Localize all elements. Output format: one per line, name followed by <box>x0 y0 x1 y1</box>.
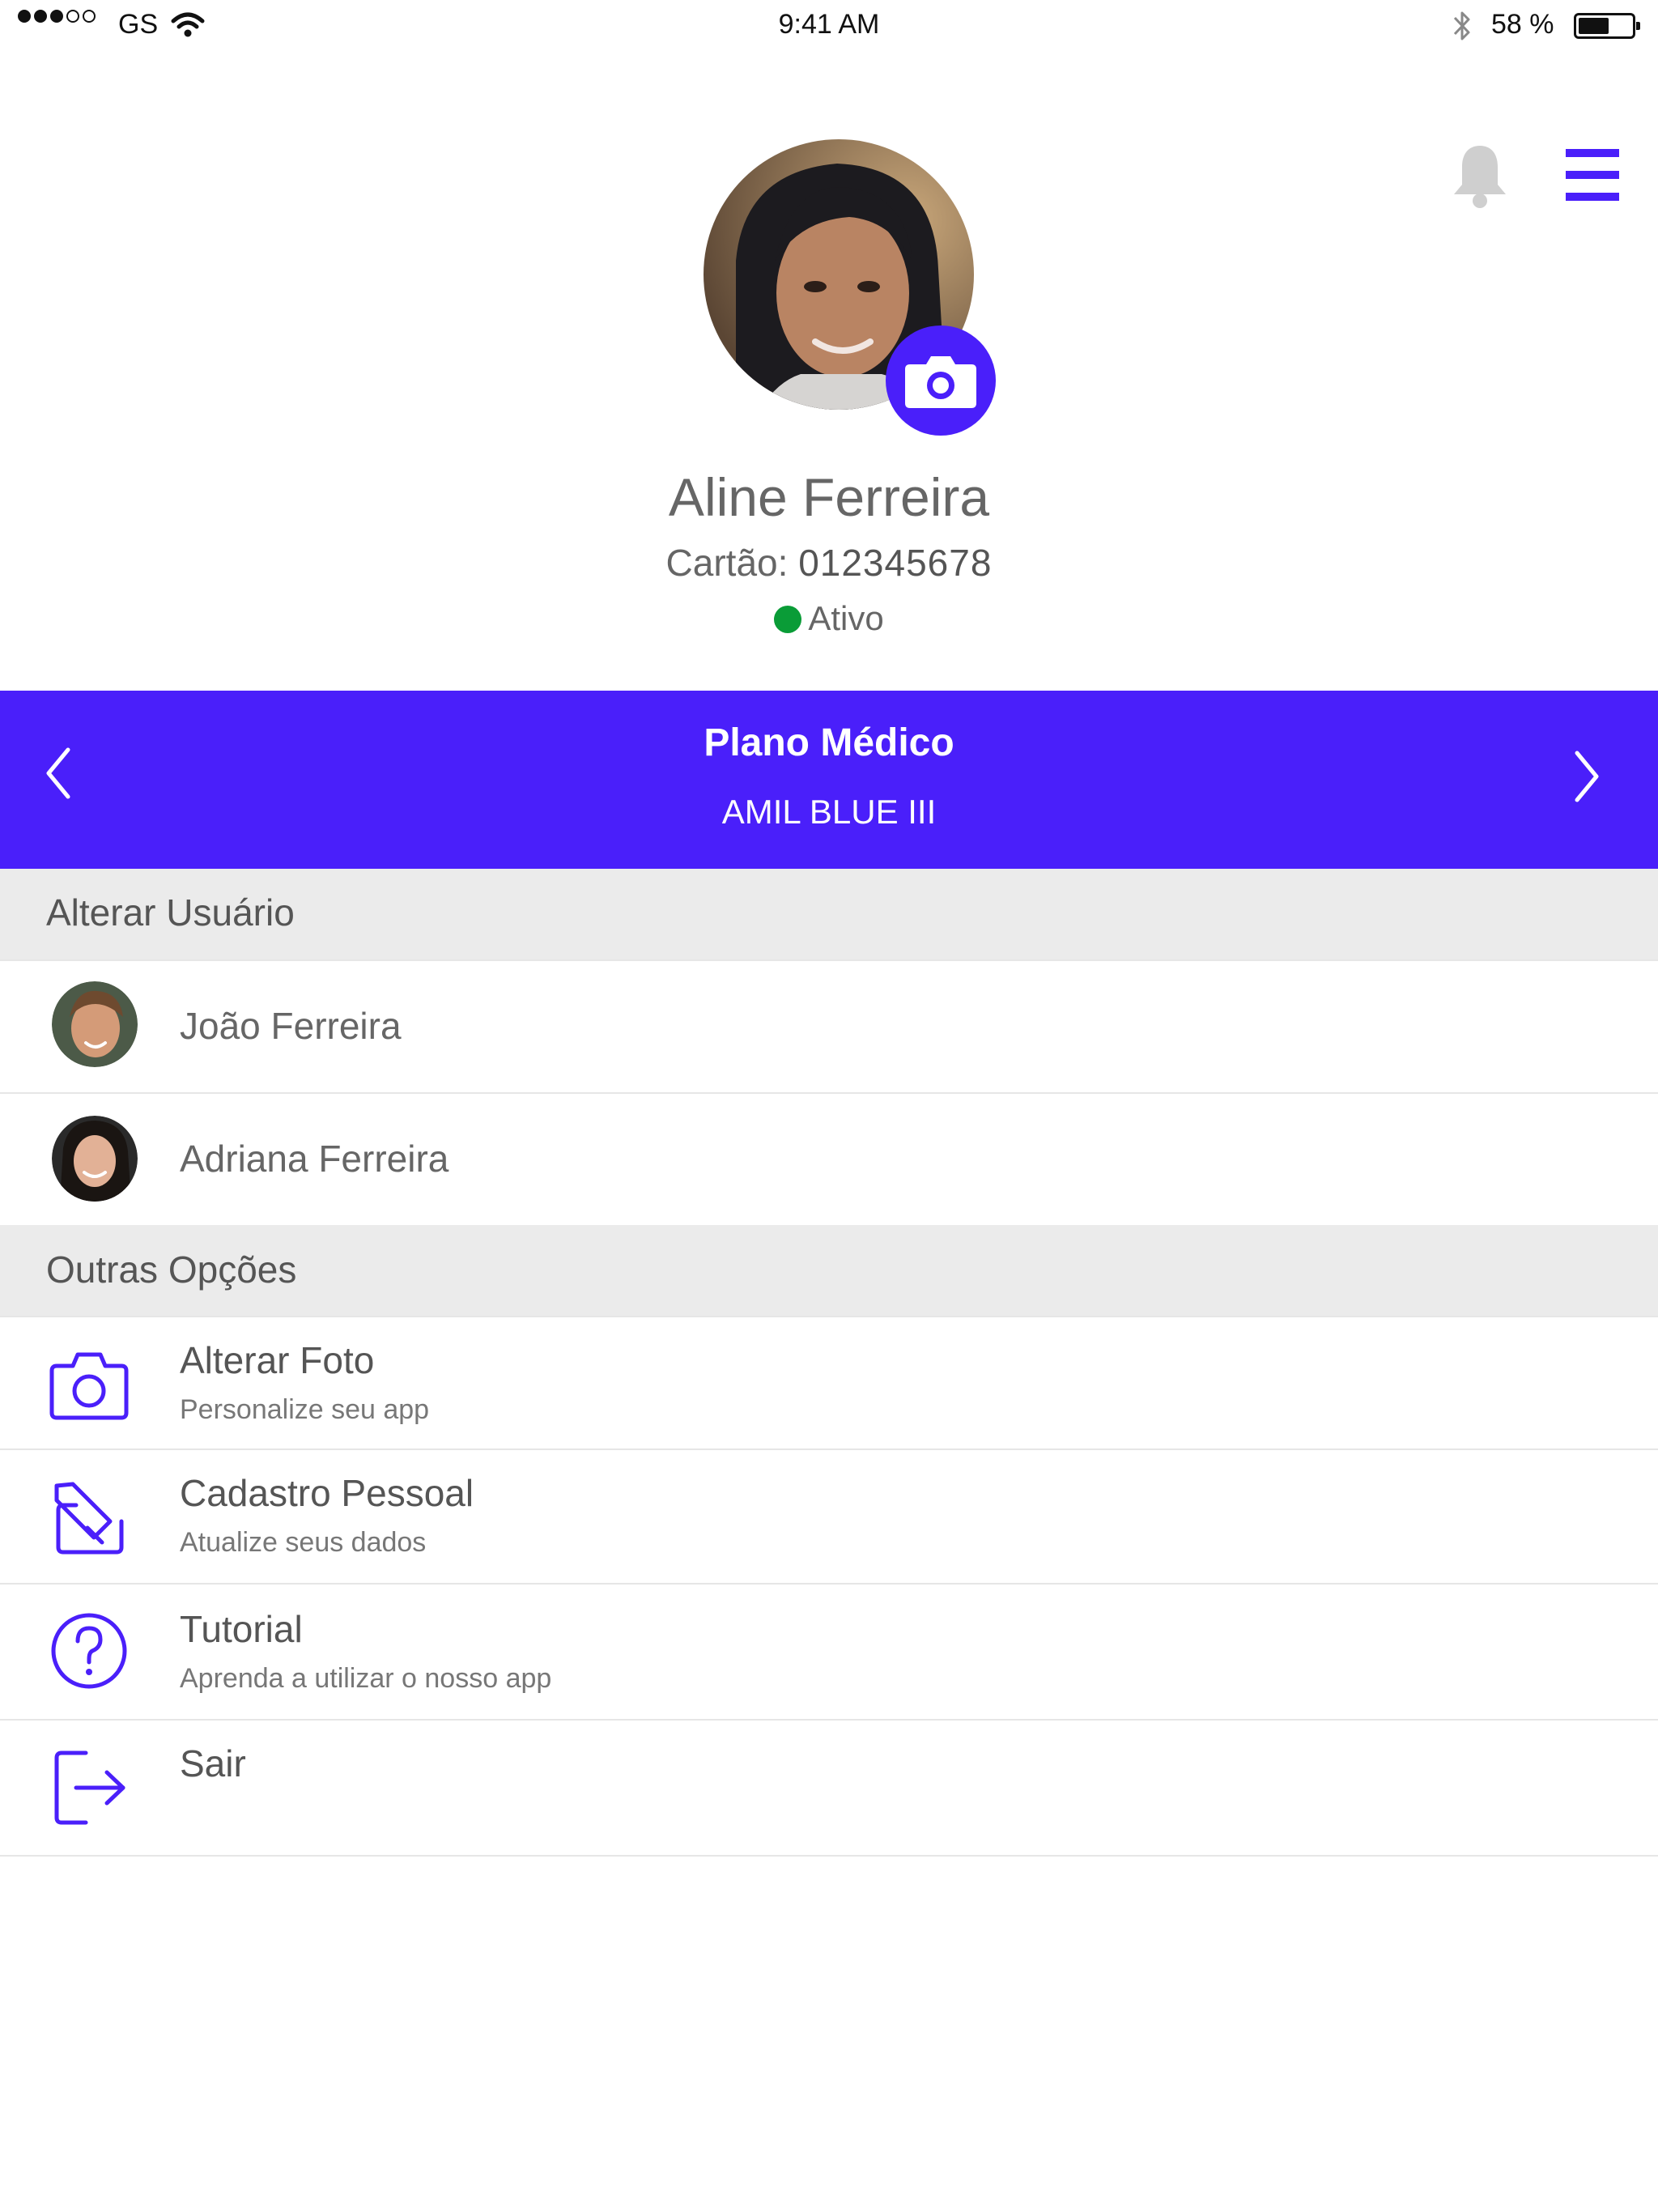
divider <box>0 1855 1658 1857</box>
status-time: 9:41 AM <box>778 9 880 40</box>
option-title: Tutorial <box>180 1608 303 1650</box>
status-indicator-icon <box>774 606 802 633</box>
option-personal-data[interactable]: Cadastro Pessoal Atualize seus dados <box>0 1450 1658 1583</box>
battery-icon <box>1574 13 1640 39</box>
option-subtitle: Aprenda a utilizar o nosso app <box>180 1663 552 1694</box>
plan-name: AMIL BLUE III <box>721 793 937 831</box>
user-avatar <box>52 1116 138 1202</box>
card-number: 012345678 <box>798 542 993 584</box>
next-plan-chevron-icon[interactable] <box>1571 748 1603 805</box>
card-label: Cartão: <box>665 542 799 584</box>
camera-icon <box>905 356 976 408</box>
option-subtitle: Personalize seu app <box>180 1394 430 1425</box>
status-text: Ativo <box>808 599 884 637</box>
option-title: Alterar Foto <box>180 1339 375 1381</box>
previous-plan-chevron-icon[interactable] <box>42 745 74 802</box>
profile-name: Aline Ferreira <box>668 467 990 527</box>
logout-icon <box>54 1750 125 1825</box>
option-logout[interactable]: Sair <box>0 1721 1658 1855</box>
card-line: Cartão: 012345678 <box>0 538 1658 587</box>
help-icon <box>51 1613 127 1689</box>
user-row-adriana[interactable]: Adriana Ferreira <box>0 1094 1658 1225</box>
option-change-photo[interactable]: Alterar Foto Personalize seu app <box>0 1317 1658 1448</box>
camera-icon <box>49 1352 129 1420</box>
plan-title: Plano Médico <box>704 721 954 764</box>
section-label-options: Outras Opções <box>46 1249 297 1291</box>
status-line: Ativo <box>0 596 1658 641</box>
option-title: Sair <box>180 1742 246 1784</box>
option-tutorial[interactable]: Tutorial Aprenda a utilizar o nosso app <box>0 1585 1658 1719</box>
user-row-joao[interactable]: João Ferreira <box>0 961 1658 1092</box>
user-name: João Ferreira <box>180 1005 402 1047</box>
notification-bell-icon[interactable] <box>1449 143 1511 211</box>
edit-icon <box>54 1482 124 1555</box>
option-subtitle: Atualize seus dados <box>180 1527 427 1558</box>
section-label-users: Alterar Usuário <box>46 891 295 934</box>
battery-percent: 58 % <box>1491 9 1554 40</box>
hamburger-menu-icon[interactable] <box>1566 149 1619 201</box>
change-photo-button[interactable] <box>886 325 996 436</box>
user-avatar <box>52 981 138 1067</box>
option-title: Cadastro Pessoal <box>180 1472 474 1514</box>
plan-selector <box>0 691 1658 869</box>
status-bar: GS 9:41 AM 58 % <box>0 0 1658 50</box>
bluetooth-icon <box>1453 11 1470 40</box>
user-name: Adriana Ferreira <box>180 1138 449 1180</box>
